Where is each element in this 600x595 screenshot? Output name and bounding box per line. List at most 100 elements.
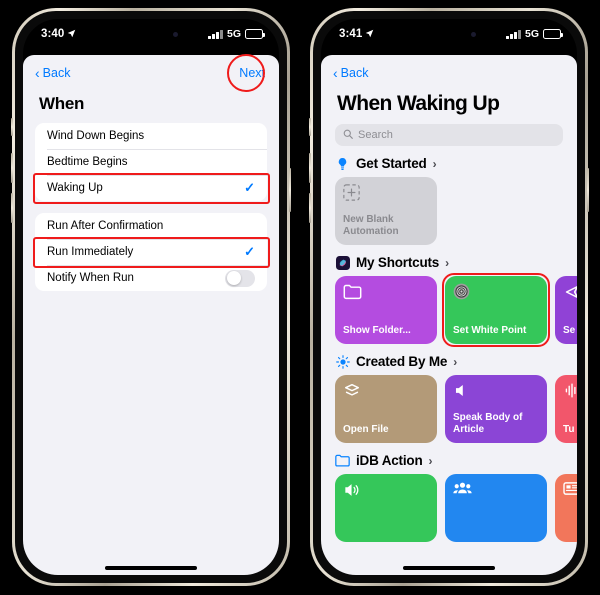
tile-news[interactable] (555, 474, 577, 542)
tile-set-white-point[interactable]: Set White Point (442, 273, 550, 347)
back-button-label: Back (340, 66, 369, 80)
shortcuts-app-icon (335, 255, 350, 270)
next-button[interactable]: Next (227, 54, 266, 92)
network-label: 5G (524, 28, 539, 40)
lightbulb-icon (335, 156, 350, 171)
status-bar: 3:40 5G (23, 19, 279, 49)
camera-dot-icon (471, 31, 477, 37)
phone-frame: 3:41 5G ‹ Back When Waking Up Search Get… (309, 8, 589, 586)
chevron-right-icon: › (453, 354, 458, 369)
people-icon (453, 481, 472, 500)
section-header-my-shortcuts[interactable]: My Shortcuts › (321, 245, 577, 276)
automation-sheet: ‹ Back Next When Wind Down Begins Bedtim… (23, 54, 279, 575)
phone-bezel: 3:41 5G ‹ Back When Waking Up Search Get… (313, 11, 585, 583)
option-row-wind-down[interactable]: Wind Down Begins (35, 123, 267, 149)
status-time: 3:40 (41, 28, 65, 40)
back-button[interactable]: ‹ Back (35, 66, 70, 80)
signal-bars-icon (208, 29, 223, 39)
status-time: 3:41 (339, 28, 363, 40)
section-header-idb-action[interactable]: iDB Action › (321, 443, 577, 474)
phone-left: 3:40 5G ‹ Back Next When Wind Down Begin… (11, 8, 291, 586)
volume-up-button[interactable] (309, 153, 311, 183)
signal-bars-icon (506, 29, 521, 39)
tile-label: Show Folder... (343, 325, 411, 337)
search-icon (343, 129, 353, 142)
shortcut-picker-sheet: ‹ Back When Waking Up Search Get Started… (321, 55, 577, 575)
chevron-right-icon: › (445, 255, 450, 270)
status-bar: 3:41 5G (321, 19, 577, 49)
add-dashed-square-icon (343, 184, 362, 203)
brightness-icon (335, 354, 350, 369)
section-header-created-by-me[interactable]: Created By Me › (321, 344, 577, 375)
status-right-cluster: 5G (506, 28, 563, 40)
search-placeholder: Search (358, 129, 393, 141)
tile-label: Tu Int (563, 424, 577, 436)
option-label: Run Immediately (47, 246, 134, 258)
phone-screen-right: 3:41 5G ‹ Back When Waking Up Search Get… (321, 19, 577, 575)
option-label: Wind Down Begins (47, 130, 145, 142)
tile-volume[interactable] (335, 474, 437, 542)
notify-when-run-toggle[interactable] (225, 269, 255, 287)
home-indicator[interactable] (403, 566, 495, 570)
tile-label: New Blank Automation (343, 214, 399, 238)
search-field[interactable]: Search (335, 124, 563, 146)
next-button-label: Next (239, 66, 265, 80)
checkmark-icon: ✓ (244, 244, 255, 259)
option-row-run-after-confirmation[interactable]: Run After Confirmation (35, 213, 267, 239)
option-row-bedtime[interactable]: Bedtime Begins (35, 149, 267, 175)
option-label: Run After Confirmation (47, 220, 164, 232)
section-header-get-started[interactable]: Get Started › (321, 146, 577, 177)
volume-down-button[interactable] (309, 193, 311, 223)
battery-icon (245, 29, 265, 39)
tile-label: Open File (343, 424, 389, 436)
chevron-right-icon: › (432, 156, 437, 171)
option-row-waking-up[interactable]: Waking Up ✓ (32, 172, 270, 204)
tile-new-blank-automation[interactable]: New Blank Automation (335, 177, 437, 245)
home-indicator[interactable] (105, 566, 197, 570)
back-button-label: Back (42, 66, 71, 80)
status-right-cluster: 5G (208, 28, 265, 40)
tile-se-ph[interactable]: Se Ph (555, 276, 577, 344)
tile-label: Se Ph (563, 325, 577, 337)
volume-down-button[interactable] (11, 193, 13, 223)
section-label: Get Started (356, 156, 427, 171)
tile-tu-int[interactable]: Tu Int (555, 375, 577, 443)
page-title: When (39, 94, 85, 113)
back-button[interactable]: ‹ Back (333, 66, 368, 80)
power-button[interactable] (587, 168, 589, 212)
tile-row-created-by-me: Open File Speak Body of Article Tu (321, 375, 577, 443)
battery-icon (543, 29, 563, 39)
nav-bar: ‹ Back Next (23, 54, 279, 92)
speaker-icon (453, 382, 472, 401)
option-row-notify-when-run[interactable]: Notify When Run (35, 265, 267, 291)
tile-row-get-started: New Blank Automation (321, 177, 577, 245)
section-label: iDB Action (356, 453, 423, 468)
option-label: Bedtime Begins (47, 156, 128, 168)
sheet-stack: ‹ Back Next When Wind Down Begins Bedtim… (23, 54, 279, 575)
section-label: My Shortcuts (356, 255, 440, 270)
mute-button[interactable] (309, 118, 311, 136)
tile-label: Speak Body of Article (453, 412, 523, 436)
volume-icon (343, 481, 362, 500)
phone-right: 3:41 5G ‹ Back When Waking Up Search Get… (309, 8, 589, 586)
tile-people[interactable] (445, 474, 547, 542)
option-label: Notify When Run (47, 272, 134, 284)
waveform-icon (563, 382, 577, 401)
group-gap (23, 201, 279, 213)
tile-row-idb-action (321, 474, 577, 542)
tile-show-folder[interactable]: Show Folder... (335, 276, 437, 344)
power-button[interactable] (289, 168, 291, 212)
tile-row-my-shortcuts: Show Folder... Set White Point Se (321, 273, 577, 347)
tile-open-file[interactable]: Open File (335, 375, 437, 443)
tile-label: Set White Point (453, 325, 527, 337)
phone-bezel: 3:40 5G ‹ Back Next When Wind Down Begin… (15, 11, 287, 583)
option-row-run-immediately[interactable]: Run Immediately ✓ (32, 236, 270, 268)
location-arrow-icon (67, 25, 76, 43)
tile-speak-body-of-article[interactable]: Speak Body of Article (445, 375, 547, 443)
page-title: When Waking Up (337, 92, 500, 115)
camera-dot-icon (173, 31, 179, 37)
volume-up-button[interactable] (11, 153, 13, 183)
mute-button[interactable] (11, 118, 13, 136)
section-label: Created By Me (356, 354, 448, 369)
screenshot-stage: 3:40 5G ‹ Back Next When Wind Down Begin… (0, 0, 600, 595)
